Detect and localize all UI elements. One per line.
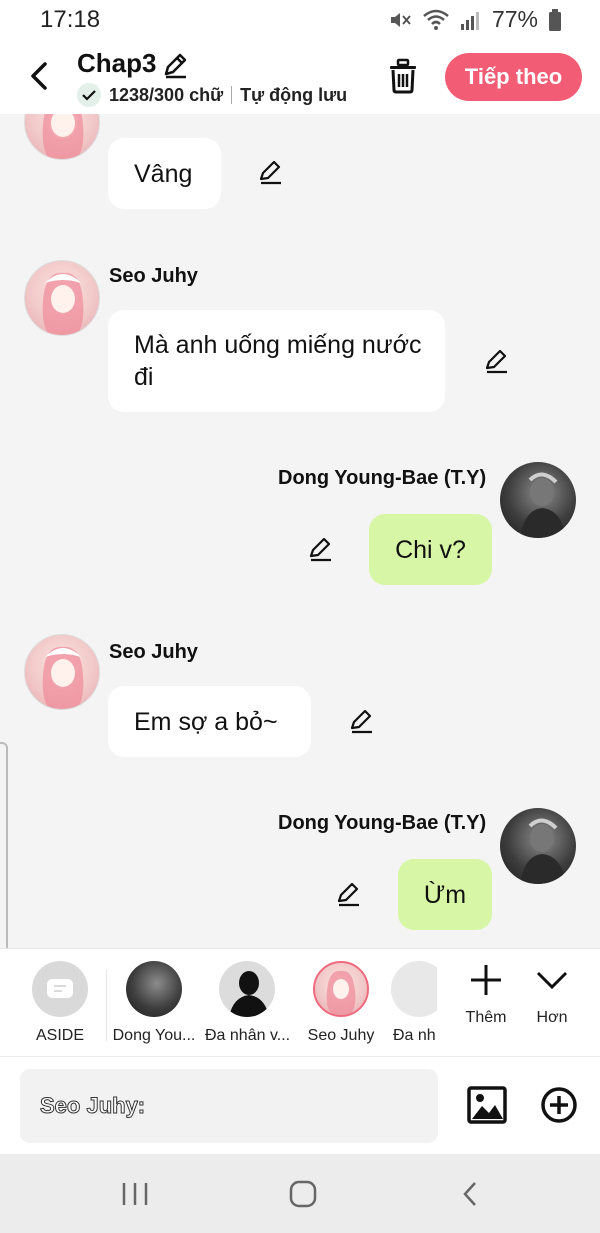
avatar[interactable] bbox=[24, 634, 100, 710]
pencil-icon[interactable] bbox=[256, 158, 284, 186]
message-input[interactable] bbox=[20, 1069, 438, 1143]
avatar[interactable] bbox=[24, 114, 100, 160]
character-item[interactable]: Đa nhân v... bbox=[202, 961, 292, 1045]
message-bubble[interactable]: Vâng bbox=[108, 138, 221, 209]
autosave-status: Tự động lưu bbox=[240, 84, 348, 105]
pencil-icon[interactable] bbox=[347, 707, 375, 735]
divider bbox=[231, 86, 233, 104]
chevron-down-icon bbox=[536, 971, 568, 990]
sender-name: Seo Juhy bbox=[109, 641, 198, 663]
delete-button[interactable] bbox=[386, 58, 420, 94]
add-label: Thêm bbox=[465, 1009, 507, 1026]
message-text: Vâng bbox=[134, 159, 193, 188]
plus-circle-icon bbox=[541, 1087, 577, 1123]
aside-icon bbox=[32, 961, 88, 1017]
pencil-icon[interactable] bbox=[334, 880, 362, 908]
recent-apps-button[interactable] bbox=[115, 1178, 155, 1210]
insert-image-button[interactable] bbox=[467, 1086, 507, 1124]
avatar[interactable] bbox=[500, 462, 576, 538]
status-bar: 17:18 77% bbox=[0, 0, 600, 40]
home-icon bbox=[289, 1180, 317, 1208]
sender-name: Dong Young-Bae (T.Y) bbox=[278, 467, 487, 489]
home-button[interactable] bbox=[283, 1178, 323, 1210]
message-text: Chi v? bbox=[395, 535, 466, 564]
message-text: Mà anh uống miếng nước đi bbox=[134, 331, 422, 391]
word-count: 1238/300 chữ bbox=[109, 84, 224, 105]
editor-header: Chap3 1238/300 chữ Tự động lưu Tiếp theo bbox=[0, 40, 600, 114]
mute-icon bbox=[390, 12, 411, 27]
message-text: Em sợ a bỏ~ bbox=[134, 707, 278, 736]
wifi-icon bbox=[423, 9, 449, 30]
plus-icon bbox=[471, 965, 501, 995]
add-character-button[interactable]: Thêm bbox=[456, 963, 516, 1027]
recent-apps-icon bbox=[122, 1183, 148, 1205]
character-label: ASIDE bbox=[35, 1027, 84, 1044]
avatar bbox=[391, 961, 437, 1017]
message-bubble[interactable]: Mà anh uống miếng nước đi bbox=[108, 310, 445, 412]
avatar bbox=[219, 961, 275, 1017]
next-button[interactable]: Tiếp theo bbox=[445, 53, 582, 101]
chat-area[interactable]: Vâng Seo Juhy Mà anh uống miếng nước đi … bbox=[0, 114, 600, 948]
message-text: Ừm bbox=[423, 880, 467, 909]
character-item[interactable]: Dong You... bbox=[109, 961, 199, 1045]
trash-icon bbox=[390, 58, 416, 94]
avatar[interactable] bbox=[24, 260, 100, 336]
avatar bbox=[126, 961, 182, 1017]
character-label: Đa nh... bbox=[393, 1027, 437, 1044]
image-icon bbox=[467, 1086, 507, 1124]
add-content-button[interactable] bbox=[540, 1086, 578, 1124]
check-icon bbox=[77, 83, 101, 107]
sender-name: Dong Young-Bae (T.Y) bbox=[278, 812, 487, 834]
word-count-row: 1238/300 chữ Tự động lưu bbox=[77, 83, 347, 107]
chevron-left-icon bbox=[31, 62, 47, 90]
avatar bbox=[313, 961, 369, 1017]
battery-icon bbox=[549, 8, 561, 31]
back-icon bbox=[463, 1182, 476, 1206]
character-item-selected[interactable]: Seo Juhy bbox=[296, 961, 386, 1045]
back-button[interactable] bbox=[24, 56, 54, 96]
battery-percent: 77% bbox=[491, 6, 538, 32]
divider bbox=[106, 969, 107, 1041]
chapter-title[interactable]: Chap3 bbox=[77, 48, 156, 79]
pencil-icon[interactable] bbox=[482, 347, 510, 375]
character-label: Dong You... bbox=[112, 1027, 196, 1044]
more-characters-button[interactable]: Hơn bbox=[522, 963, 582, 1027]
clock: 17:18 bbox=[40, 6, 101, 33]
character-label: Đa nhân v... bbox=[205, 1027, 289, 1044]
avatar[interactable] bbox=[500, 808, 576, 884]
character-label: Seo Juhy bbox=[307, 1027, 375, 1044]
side-scroll-handle[interactable] bbox=[0, 742, 8, 970]
message-bubble[interactable]: Em sợ a bỏ~ bbox=[108, 686, 311, 757]
composer bbox=[0, 1056, 600, 1154]
status-icons: 77% bbox=[388, 6, 562, 33]
pencil-icon[interactable] bbox=[160, 50, 190, 80]
character-aside[interactable]: ASIDE bbox=[15, 961, 105, 1045]
message-bubble[interactable]: Chi v? bbox=[369, 514, 492, 585]
sender-name: Seo Juhy bbox=[109, 265, 198, 287]
pencil-icon[interactable] bbox=[306, 535, 334, 563]
system-nav-bar bbox=[0, 1154, 600, 1233]
signal-icon bbox=[460, 11, 479, 30]
system-back-button[interactable] bbox=[450, 1178, 490, 1210]
character-item[interactable]: Đa nh... bbox=[387, 961, 437, 1045]
message-bubble[interactable]: Ừm bbox=[398, 859, 492, 930]
more-label: Hơn bbox=[536, 1009, 568, 1026]
character-bar: ASIDE Dong You... Đa nhân v... Seo Juhy … bbox=[0, 948, 600, 1056]
